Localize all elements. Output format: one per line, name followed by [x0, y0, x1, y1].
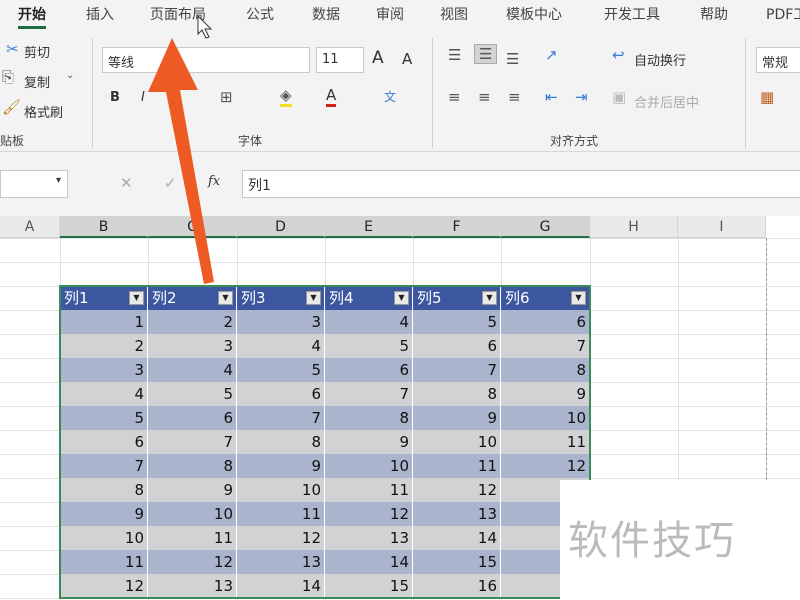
arrow-icon: [148, 38, 214, 284]
watermark: 软件技巧: [560, 480, 800, 600]
mouse-cursor-icon: [197, 14, 213, 39]
